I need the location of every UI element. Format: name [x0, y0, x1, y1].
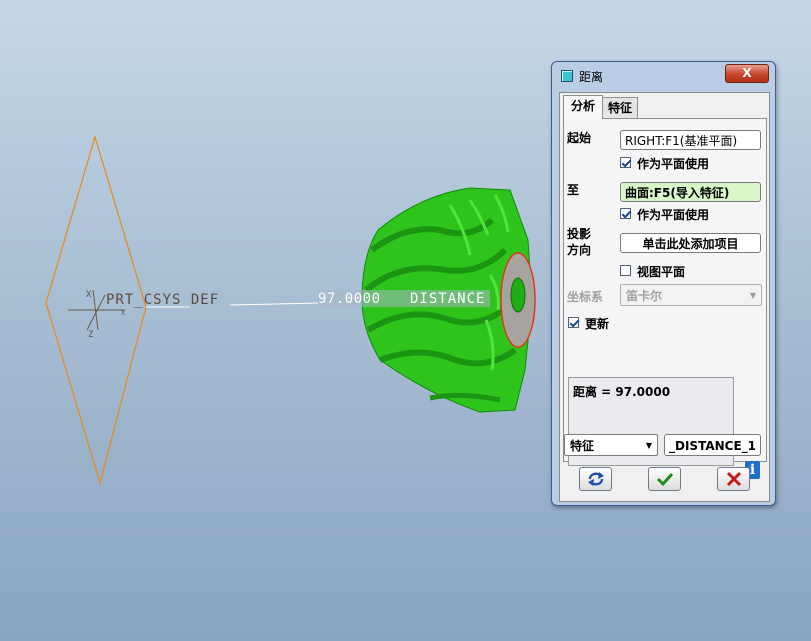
close-button[interactable]: X [725, 64, 769, 83]
cancel-button[interactable] [717, 467, 750, 491]
gear-bore [510, 277, 526, 313]
csys-axis-line [86, 294, 106, 331]
to-use-as-plane-checkbox[interactable] [620, 208, 631, 219]
from-label: 起始 [567, 131, 592, 145]
csys-type-dropdown[interactable]: 笛卡尔 ▼ [620, 284, 762, 306]
measure-leader-line [229, 302, 319, 306]
feature-type-dropdown[interactable]: 特征 ▼ [564, 434, 658, 456]
distance-dialog: 距离 X 分析 特征 起始 RIGHT:F1(基准平面) 作为平面使用 至 曲面… [551, 61, 776, 506]
chevron-down-icon: ▼ [749, 291, 756, 300]
projection-label-line1: 投影 [567, 227, 592, 241]
repeat-button[interactable] [579, 467, 612, 491]
update-label: 更新 [585, 317, 610, 331]
csys-axis-x2-label: X [121, 309, 126, 317]
ok-button[interactable] [648, 467, 681, 491]
tab-feature[interactable]: 特征 [602, 97, 638, 118]
repeat-icon [587, 472, 604, 486]
projection-label-line2: 方向 [567, 243, 592, 257]
csys-type-label: 坐标系 [567, 290, 604, 304]
dialog-app-icon [561, 70, 573, 82]
from-reference-field[interactable]: RIGHT:F1(基准平面) [620, 130, 761, 150]
projection-direction-field[interactable]: 单击此处添加项目 [620, 233, 761, 253]
update-checkbox[interactable] [568, 317, 579, 328]
csys-type-value: 笛卡尔 [626, 289, 663, 303]
from-use-as-plane-checkbox[interactable] [620, 157, 631, 168]
view-plane-label: 视图平面 [637, 265, 686, 279]
dialog-panel: 分析 特征 起始 RIGHT:F1(基准平面) 作为平面使用 至 曲面:F5(导… [559, 92, 770, 502]
dialog-titlebar[interactable]: 距离 X [552, 62, 775, 89]
analysis-tab-body: 起始 RIGHT:F1(基准平面) 作为平面使用 至 曲面:F5(导入特征) 作… [563, 118, 767, 479]
csys-name-label: PRT_CSYS_DEF [106, 292, 219, 308]
checkmark-icon [656, 472, 673, 487]
to-use-as-plane-label: 作为平面使用 [637, 208, 710, 222]
csys-axis-x-label: X [86, 290, 92, 300]
result-text: 距离 = 97.0000 [573, 385, 671, 399]
chevron-down-icon: ▼ [645, 441, 652, 450]
view-plane-checkbox[interactable] [620, 265, 631, 276]
to-label: 至 [567, 183, 580, 197]
dialog-title: 距离 [579, 70, 604, 84]
measure-value-label[interactable]: 97.0000 [318, 291, 381, 307]
feature-type-value: 特征 [570, 439, 595, 453]
feature-name-field[interactable]: _DISTANCE_1 [664, 434, 761, 456]
csys-axis-z-label: Z [88, 330, 94, 340]
tab-analysis[interactable]: 分析 [563, 95, 603, 119]
from-use-as-plane-label: 作为平面使用 [637, 157, 710, 171]
cancel-x-icon [726, 471, 741, 487]
measure-name-label[interactable]: DISTANCE [410, 291, 485, 307]
to-reference-field[interactable]: 曲面:F5(导入特征) [620, 182, 761, 202]
